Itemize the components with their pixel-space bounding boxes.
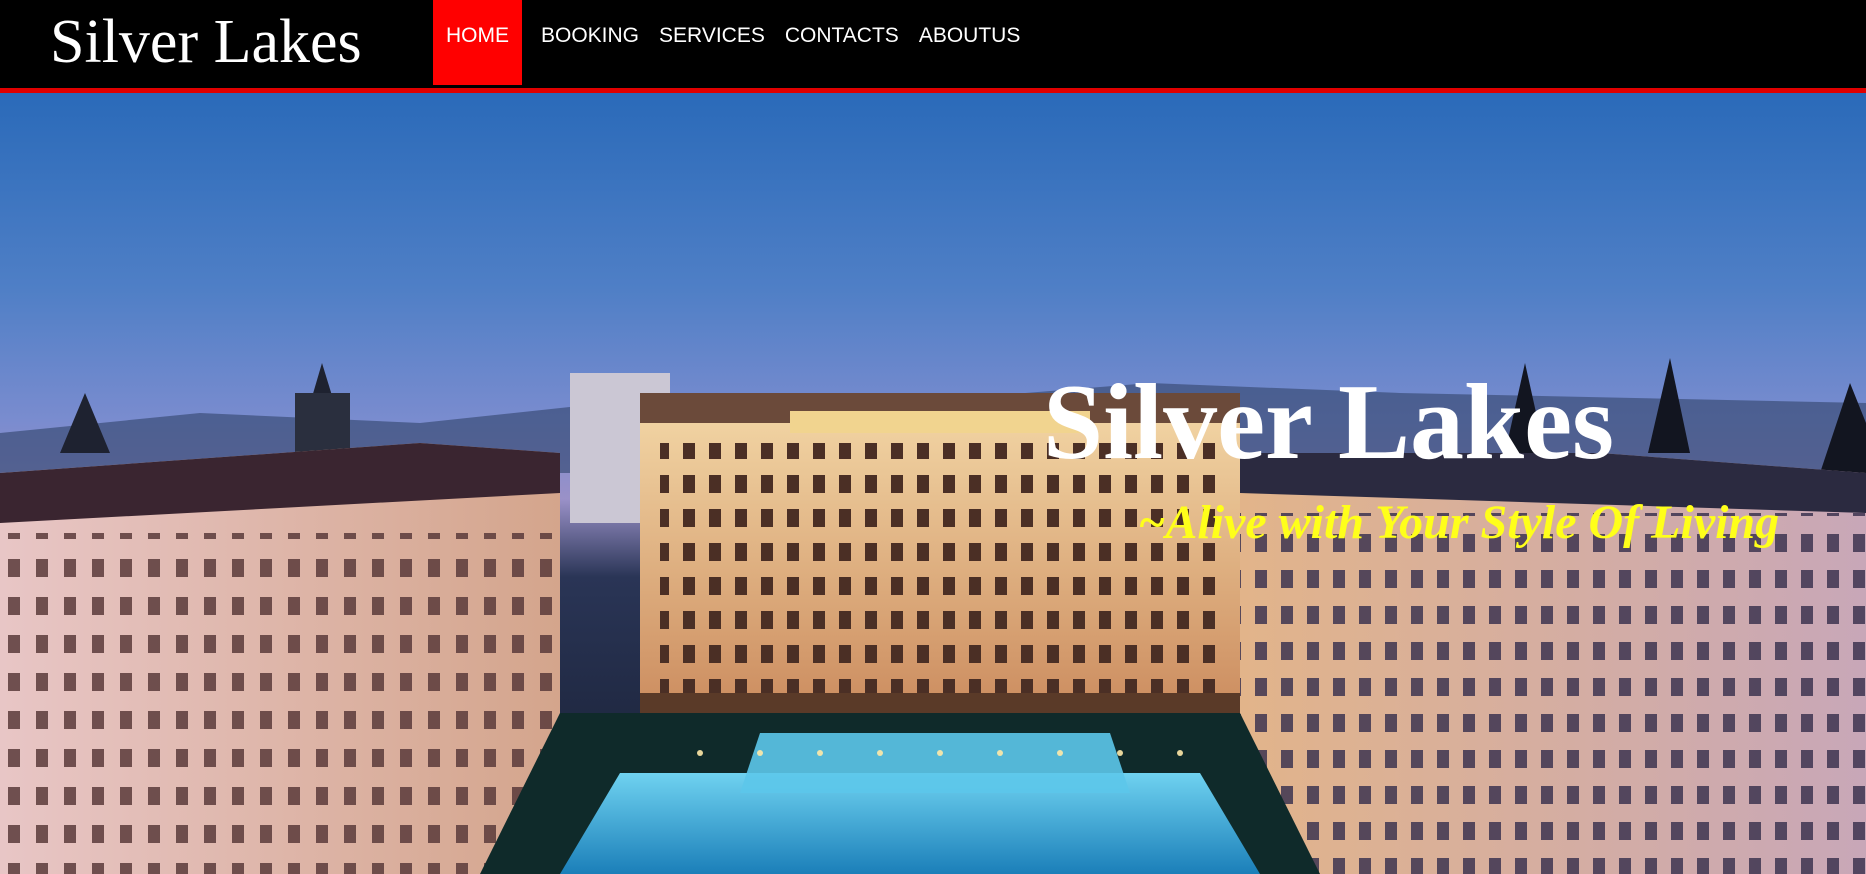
hero-title: Silver Lakes	[1043, 363, 1615, 482]
nav-aboutus[interactable]: ABOUTUS	[909, 0, 1031, 85]
nav-services[interactable]: SERVICES	[649, 0, 775, 85]
nav-home[interactable]: HOME	[433, 0, 522, 85]
top-navbar: Silver Lakes HOME BOOKING SERVICES CONTA…	[0, 0, 1866, 88]
nav-contacts[interactable]: CONTACTS	[775, 0, 909, 85]
hero-tagline: ~Alive with Your Style Of Living	[1138, 496, 1780, 549]
nav-booking[interactable]: BOOKING	[531, 0, 649, 85]
hero-banner: Silver Lakes ~Alive with Your Style Of L…	[0, 93, 1866, 874]
main-nav: HOME BOOKING SERVICES CONTACTS ABOUTUS	[433, 0, 1030, 85]
resort-night-photo	[0, 358, 1866, 874]
site-logo[interactable]: Silver Lakes	[50, 6, 362, 78]
